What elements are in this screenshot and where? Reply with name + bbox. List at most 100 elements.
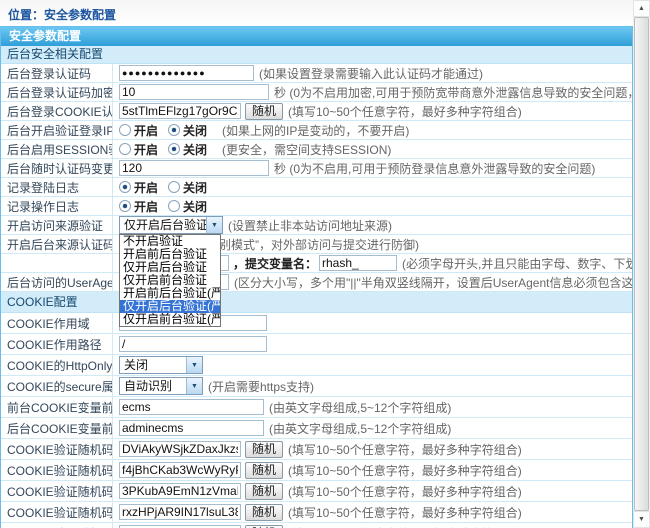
field-label: 后台开启验证登录IP [1,121,113,139]
row-source-verify: 开启访问来源验证 仅开启后台验证 ▼ (设置禁止非本站访问地址来源) [1,216,632,235]
field-hint: (开启需要https支持) [208,378,314,395]
row-front-cookie-prefix: 前台COOKIE变量前缀 (由英文字母组成,5~12个字符组成) [1,397,632,418]
random-button[interactable]: 随机 [245,462,283,479]
random-button[interactable]: 随机 [245,441,283,458]
field-hint: (如果设置登录需要输入此认证码才能通过) [259,65,483,82]
dropdown-option[interactable]: 不开启验证 [120,235,220,248]
row-session-verify: 后台启用SESSION验证 开启 关闭 (更安全，需空间支持SESSION) [1,140,632,159]
row-useragent-contains: 后台访问的UserAgent包含 (区分大小写，多个用"||"半角双竖线隔开，设… [1,273,632,292]
breadcrumb: 位置：安全参数配置 [0,0,650,26]
row-back-cookie-prefix: 后台COOKIE变量前缀 (由英文字母组成,5~12个字符组成) [1,418,632,439]
authcode-expire-input[interactable] [119,84,269,100]
row-authcode-change-cycle: 后台随时认证码变更周期 秒 (0为不启用,可用于预防登录信息意外泄露导致的安全问… [1,159,632,178]
row-login-log: 记录登陆日志 开启 关闭 [1,178,632,197]
radio-off[interactable] [168,124,180,136]
cookie-path-input[interactable] [119,336,267,352]
dropdown-option[interactable]: 仅开启前台验证 [120,274,220,287]
radio-on-label: 开启 [134,179,158,196]
random-button[interactable]: 随机 [245,504,283,521]
back-cookie-prefix-input[interactable] [119,420,264,436]
radio-on-label: 开启 [134,141,158,158]
radio-on-label: 开启 [134,122,158,139]
chevron-down-icon: ▼ [186,378,202,394]
field-label: COOKIE验证随机码4 [1,502,113,522]
row-cookie-domain: COOKIE作用域 [1,313,632,334]
radio-off[interactable] [168,200,180,212]
radio-on[interactable] [119,143,131,155]
section-backend-security: 后台安全相关配置 [1,46,632,64]
row-cookie-random-4: COOKIE验证随机码4 随机 (填写10~50个任意字符，最好多种字符组合) [1,502,632,523]
source-verify-select[interactable]: 仅开启后台验证 ▼ [119,216,223,234]
field-hint: (更安全，需空间支持SESSION) [222,141,391,158]
field-label: 后台启用SESSION验证 [1,140,113,158]
scroll-down-button[interactable]: ▼ [633,511,650,528]
field-label: 后台随时认证码变更周期 [1,159,113,177]
row-login-cookie-authcode: 后台登录COOKIE认证码 随机 (填写10~50个任意字符，最好多种字符组合) [1,102,632,121]
field-hint-fragment: 别模式”，对外部访问与提交进行防御) [219,236,419,253]
chevron-down-icon: ▼ [186,357,202,373]
scrollbar-thumb[interactable] [634,17,649,511]
cookie-random-3-input[interactable] [119,483,241,499]
select-value: 关闭 [120,357,186,373]
row-cookie-secure: COOKIE的secure属性 自动识别 ▼ (开启需要https支持) [1,376,632,397]
row-rhash-variable: ，提交变量名： (必须字母开头,并且只能由字母、数字、下划线组成) [1,254,632,273]
authcode-change-cycle-input[interactable] [119,160,269,176]
field-hint: (由英文字母组成,5~12个字符组成) [269,420,451,437]
login-cookie-authcode-input[interactable] [119,103,241,119]
arrow-down-icon: ▼ [638,516,645,523]
field-label: COOKIE验证随机码3 [1,481,113,501]
field-hint: (填写10~50个任意字符，最好多种字符组合) [288,504,522,521]
cookie-random-1-input[interactable] [119,441,241,457]
rhash-variable-input[interactable] [319,255,397,271]
field-label: 记录操作日志 [1,197,113,215]
dropdown-option[interactable]: 开启前后台验证(严格) [120,287,220,300]
row-cookie-httponly: COOKIE的HttpOnly属性 关闭 ▼ [1,355,632,376]
arrow-up-icon: ▲ [638,5,645,12]
panel-title: 安全参数配置 [1,27,632,46]
radio-off-label: 关闭 [183,198,207,215]
radio-on[interactable] [119,200,131,212]
breadcrumb-current[interactable]: 安全参数配置 [44,8,116,22]
source-verify-dropdown: 不开启验证 开启前后台验证 仅开启后台验证 仅开启前台验证 开启前后台验证(严格… [119,234,221,327]
radio-on[interactable] [119,124,131,136]
dropdown-option-selected[interactable]: 仅开启后台验证(严格) [120,300,220,313]
field-label: COOKIE作用域 [1,313,113,333]
scroll-up-button[interactable]: ▲ [633,0,650,17]
settings-panel: 安全参数配置 后台安全相关配置 后台登录认证码 (如果设置登录需要输入此认证码才… [0,26,633,528]
field-label [1,254,113,272]
dropdown-option[interactable]: 仅开启后台验证 [120,261,220,274]
radio-off[interactable] [168,143,180,155]
secure-select[interactable]: 自动识别 ▼ [119,377,203,395]
front-cookie-prefix-input[interactable] [119,399,264,415]
random-button[interactable]: 随机 [245,525,283,528]
field-hint: (填写10~50个任意字符，最好多种字符组合) [288,483,522,500]
chevron-down-icon: ▼ [206,217,222,233]
cookie-random-4-input[interactable] [119,504,241,520]
field-label: COOKIE验证随机码2 [1,460,113,480]
section-cookie-config: COOKIE配置 [1,292,632,313]
radio-on[interactable] [119,181,131,193]
login-authcode-input[interactable] [119,65,254,81]
row-operation-log: 记录操作日志 开启 关闭 [1,197,632,216]
dropdown-option[interactable]: 仅开启前台验证(严格) [120,313,220,326]
radio-off[interactable] [168,181,180,193]
dropdown-option[interactable]: 开启前后台验证 [120,248,220,261]
cookie-random-2-input[interactable] [119,462,241,478]
scrollbar[interactable]: ▲ ▼ [633,0,650,528]
radio-off-label: 关闭 [183,141,207,158]
field-label: COOKIE验证随机码5 [1,523,113,528]
row-cookie-path: COOKIE作用路径 [1,334,632,355]
row-backend-source-authcode: 开启后台来源认证码 别模式”，对外部访问与提交进行防御) [1,235,632,254]
field-label: 前台COOKIE变量前缀 [1,397,113,417]
random-button[interactable]: 随机 [245,483,283,500]
select-value: 自动识别 [120,378,186,394]
httponly-select[interactable]: 关闭 ▼ [119,356,203,374]
field-hint: (如果上网的IP是变动的，不要开启) [222,122,409,139]
breadcrumb-prefix: 位置： [8,8,44,22]
select-value: 仅开启后台验证 [120,217,206,233]
row-authcode-expire: 后台登录认证码加密有效期 秒 (0为不启用加密,可用于预防宽带商意外泄露信息导致… [1,83,632,102]
submit-variable-label: ，提交变量名： [233,255,317,272]
field-hint: (区分大小写，多个用"||"半角双竖线隔开，设置后UserAgent信息必须包含… [234,274,632,291]
random-button[interactable]: 随机 [245,103,283,120]
field-label: 开启后台来源认证码 [1,235,113,253]
